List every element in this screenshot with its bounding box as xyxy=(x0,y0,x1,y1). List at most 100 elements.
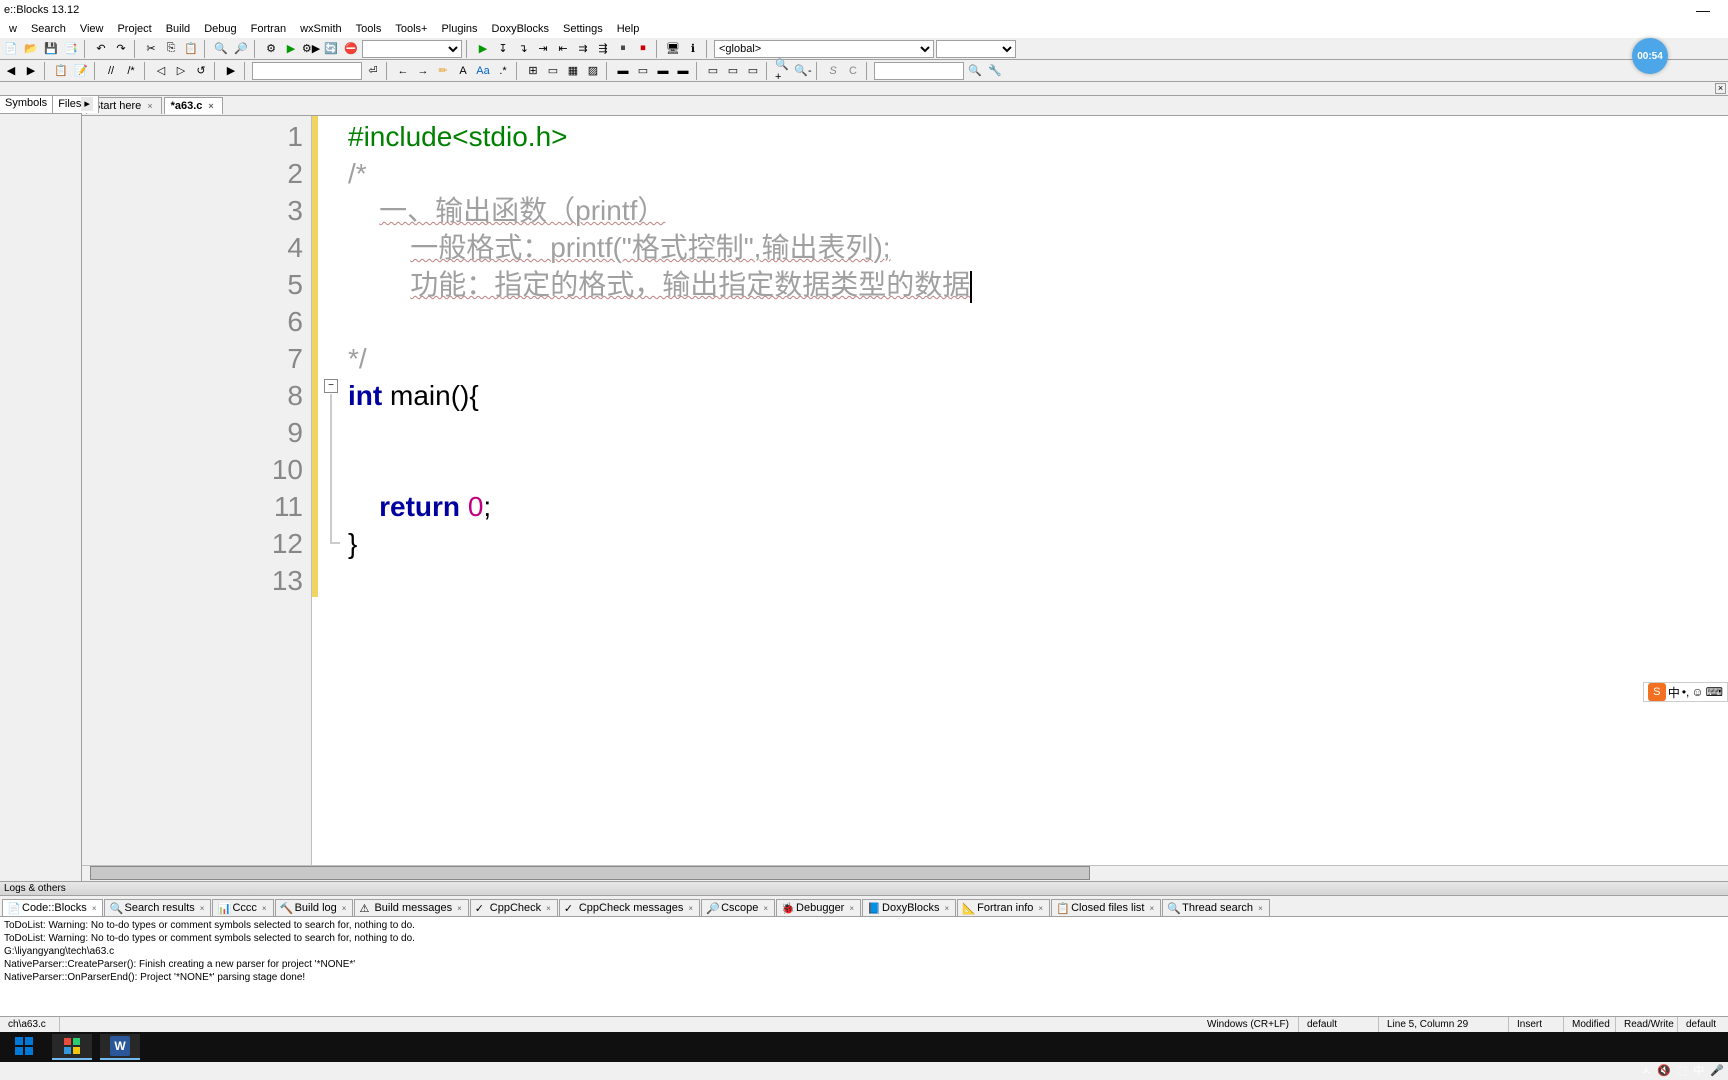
log-tab[interactable]: 📋Closed files list× xyxy=(1051,899,1161,916)
close-icon[interactable]: × xyxy=(1256,904,1265,913)
menu-plugins[interactable]: Plugins xyxy=(434,21,484,37)
close-icon[interactable]: × xyxy=(198,904,207,913)
undo-button[interactable]: ↶ xyxy=(92,40,110,58)
tray-icon[interactable]: ⬚ xyxy=(1677,1064,1687,1077)
menu-tools[interactable]: Tools xyxy=(349,21,389,37)
log-tab[interactable]: ⚠Build messages× xyxy=(354,899,468,916)
menu-build[interactable]: Build xyxy=(159,21,197,37)
cut-button[interactable]: ✂ xyxy=(142,40,160,58)
tray-icon[interactable]: 🔇 xyxy=(1657,1064,1671,1077)
search-go-button[interactable]: ⏎ xyxy=(364,62,382,80)
abort-button[interactable]: ⛔ xyxy=(342,40,360,58)
redo-button[interactable]: ↷ xyxy=(112,40,130,58)
tray-icon[interactable]: 中 xyxy=(1693,1062,1704,1078)
log-tab[interactable]: 🔨Build log× xyxy=(275,899,354,916)
source-button[interactable]: S xyxy=(824,62,842,80)
minimize-button[interactable]: — xyxy=(1696,2,1710,18)
log-tab[interactable]: 📄Code::Blocks× xyxy=(2,899,103,916)
menu-w[interactable]: w xyxy=(2,21,24,37)
debug-run-button[interactable]: ▶ xyxy=(474,40,492,58)
build-target-select[interactable] xyxy=(362,40,462,58)
tb-icon-1[interactable]: ⊞ xyxy=(524,62,542,80)
symbols-tab[interactable]: Symbols xyxy=(0,96,53,113)
tb-icon-8[interactable]: ▬ xyxy=(674,62,692,80)
zoom-in-button[interactable]: 🔍+ xyxy=(774,62,792,80)
open-button[interactable]: 📂 xyxy=(22,40,40,58)
jump-button[interactable]: ▶ xyxy=(222,62,240,80)
log-tab[interactable]: 🔍Thread search× xyxy=(1162,899,1270,916)
step-instr-button[interactable]: ⇶ xyxy=(594,40,612,58)
find-button[interactable]: 🔍 xyxy=(212,40,230,58)
env-button[interactable]: 📋 xyxy=(52,62,70,80)
log-tab[interactable]: 🔍Search results× xyxy=(104,899,211,916)
log-tab[interactable]: 📊Cccc× xyxy=(212,899,273,916)
horizontal-scrollbar[interactable] xyxy=(82,865,1728,881)
editor-body[interactable]: 12345678910111213 − #include<stdio.h>/* … xyxy=(82,116,1728,865)
scope-select[interactable]: <global> xyxy=(714,40,934,58)
highlight-button[interactable]: ✏ xyxy=(434,62,452,80)
word-taskbar-item[interactable]: W xyxy=(100,1034,140,1060)
code-view[interactable]: #include<stdio.h>/* 一、输出函数（printf） 一般格式：… xyxy=(348,116,1728,865)
menu-fortran[interactable]: Fortran xyxy=(244,21,293,37)
panel-close-icon[interactable]: × xyxy=(1715,83,1726,94)
search-input[interactable] xyxy=(252,62,362,80)
tb-icon-3[interactable]: ▦ xyxy=(564,62,582,80)
editor-tab[interactable]: *a63.c× xyxy=(164,97,223,114)
func-select[interactable] xyxy=(936,40,1016,58)
copy-button[interactable]: ⎘ xyxy=(162,40,180,58)
tray-icon[interactable]: ㅅ xyxy=(1641,1062,1651,1078)
menu-wxsmith[interactable]: wxSmith xyxy=(293,21,349,37)
ime-emoji-button[interactable]: ☺ xyxy=(1691,685,1703,699)
close-icon[interactable]: × xyxy=(761,904,770,913)
menu-view[interactable]: View xyxy=(73,21,111,37)
close-icon[interactable]: × xyxy=(145,101,154,111)
log-tab[interactable]: 📐Fortran info× xyxy=(957,899,1050,916)
replace-button[interactable]: 🔎 xyxy=(232,40,250,58)
build-button[interactable]: ⚙ xyxy=(262,40,280,58)
match-case-button[interactable]: Aa xyxy=(474,62,492,80)
close-icon[interactable]: × xyxy=(340,904,349,913)
ime-punct-button[interactable]: •, xyxy=(1682,685,1690,699)
ime-lang-button[interactable]: 中 xyxy=(1668,684,1680,701)
tb-icon-2[interactable]: ▭ xyxy=(544,62,562,80)
run-button[interactable]: ▶ xyxy=(282,40,300,58)
editor-settings-button[interactable]: 📝 xyxy=(72,62,90,80)
break-button[interactable]: ⏸ xyxy=(614,40,632,58)
build-run-button[interactable]: ⚙▶ xyxy=(302,40,320,58)
menu-debug[interactable]: Debug xyxy=(197,21,243,37)
zoom-out-button[interactable]: 🔍- xyxy=(794,62,812,80)
arrow-right-button[interactable]: → xyxy=(414,62,432,80)
doxy-block-button[interactable]: /* xyxy=(122,62,140,80)
ime-keyboard-button[interactable]: ⌨ xyxy=(1706,685,1723,699)
close-icon[interactable]: × xyxy=(686,904,695,913)
tb-icon-6[interactable]: ▭ xyxy=(634,62,652,80)
run-to-cursor-button[interactable]: ↧ xyxy=(494,40,512,58)
arrow-left-button[interactable]: ← xyxy=(394,62,412,80)
info-button[interactable]: ℹ xyxy=(684,40,702,58)
goto-prev-button[interactable]: ◁ xyxy=(152,62,170,80)
rebuild-button[interactable]: 🔄 xyxy=(322,40,340,58)
system-tray[interactable]: ㅅ 🔇 ⬚ 中 🎤 xyxy=(1641,1062,1724,1078)
menu-settings[interactable]: Settings xyxy=(556,21,610,37)
close-icon[interactable]: × xyxy=(544,904,553,913)
tb-icon-11[interactable]: ▭ xyxy=(744,62,762,80)
ime-logo-icon[interactable]: S xyxy=(1648,683,1666,701)
tb-icon-9[interactable]: ▭ xyxy=(704,62,722,80)
close-icon[interactable]: × xyxy=(1036,904,1045,913)
close-icon[interactable]: × xyxy=(943,904,952,913)
close-icon[interactable]: × xyxy=(455,904,464,913)
fold-toggle-icon[interactable]: − xyxy=(324,379,338,393)
tb-icon-10[interactable]: ▭ xyxy=(724,62,742,80)
tray-icon[interactable]: 🎤 xyxy=(1710,1064,1724,1077)
close-icon[interactable]: × xyxy=(206,101,215,111)
debug-windows-button[interactable]: 🖥 xyxy=(664,40,682,58)
menu-search[interactable]: Search xyxy=(24,21,73,37)
close-icon[interactable]: × xyxy=(260,904,269,913)
log-tab[interactable]: ✓CppCheck messages× xyxy=(559,899,700,916)
paste-button[interactable]: 📋 xyxy=(182,40,200,58)
menu-help[interactable]: Help xyxy=(610,21,647,37)
stop-button[interactable]: ⏹ xyxy=(634,40,652,58)
save-button[interactable]: 💾 xyxy=(42,40,60,58)
close-icon[interactable]: × xyxy=(1147,904,1156,913)
save-all-button[interactable]: 📑 xyxy=(62,40,80,58)
